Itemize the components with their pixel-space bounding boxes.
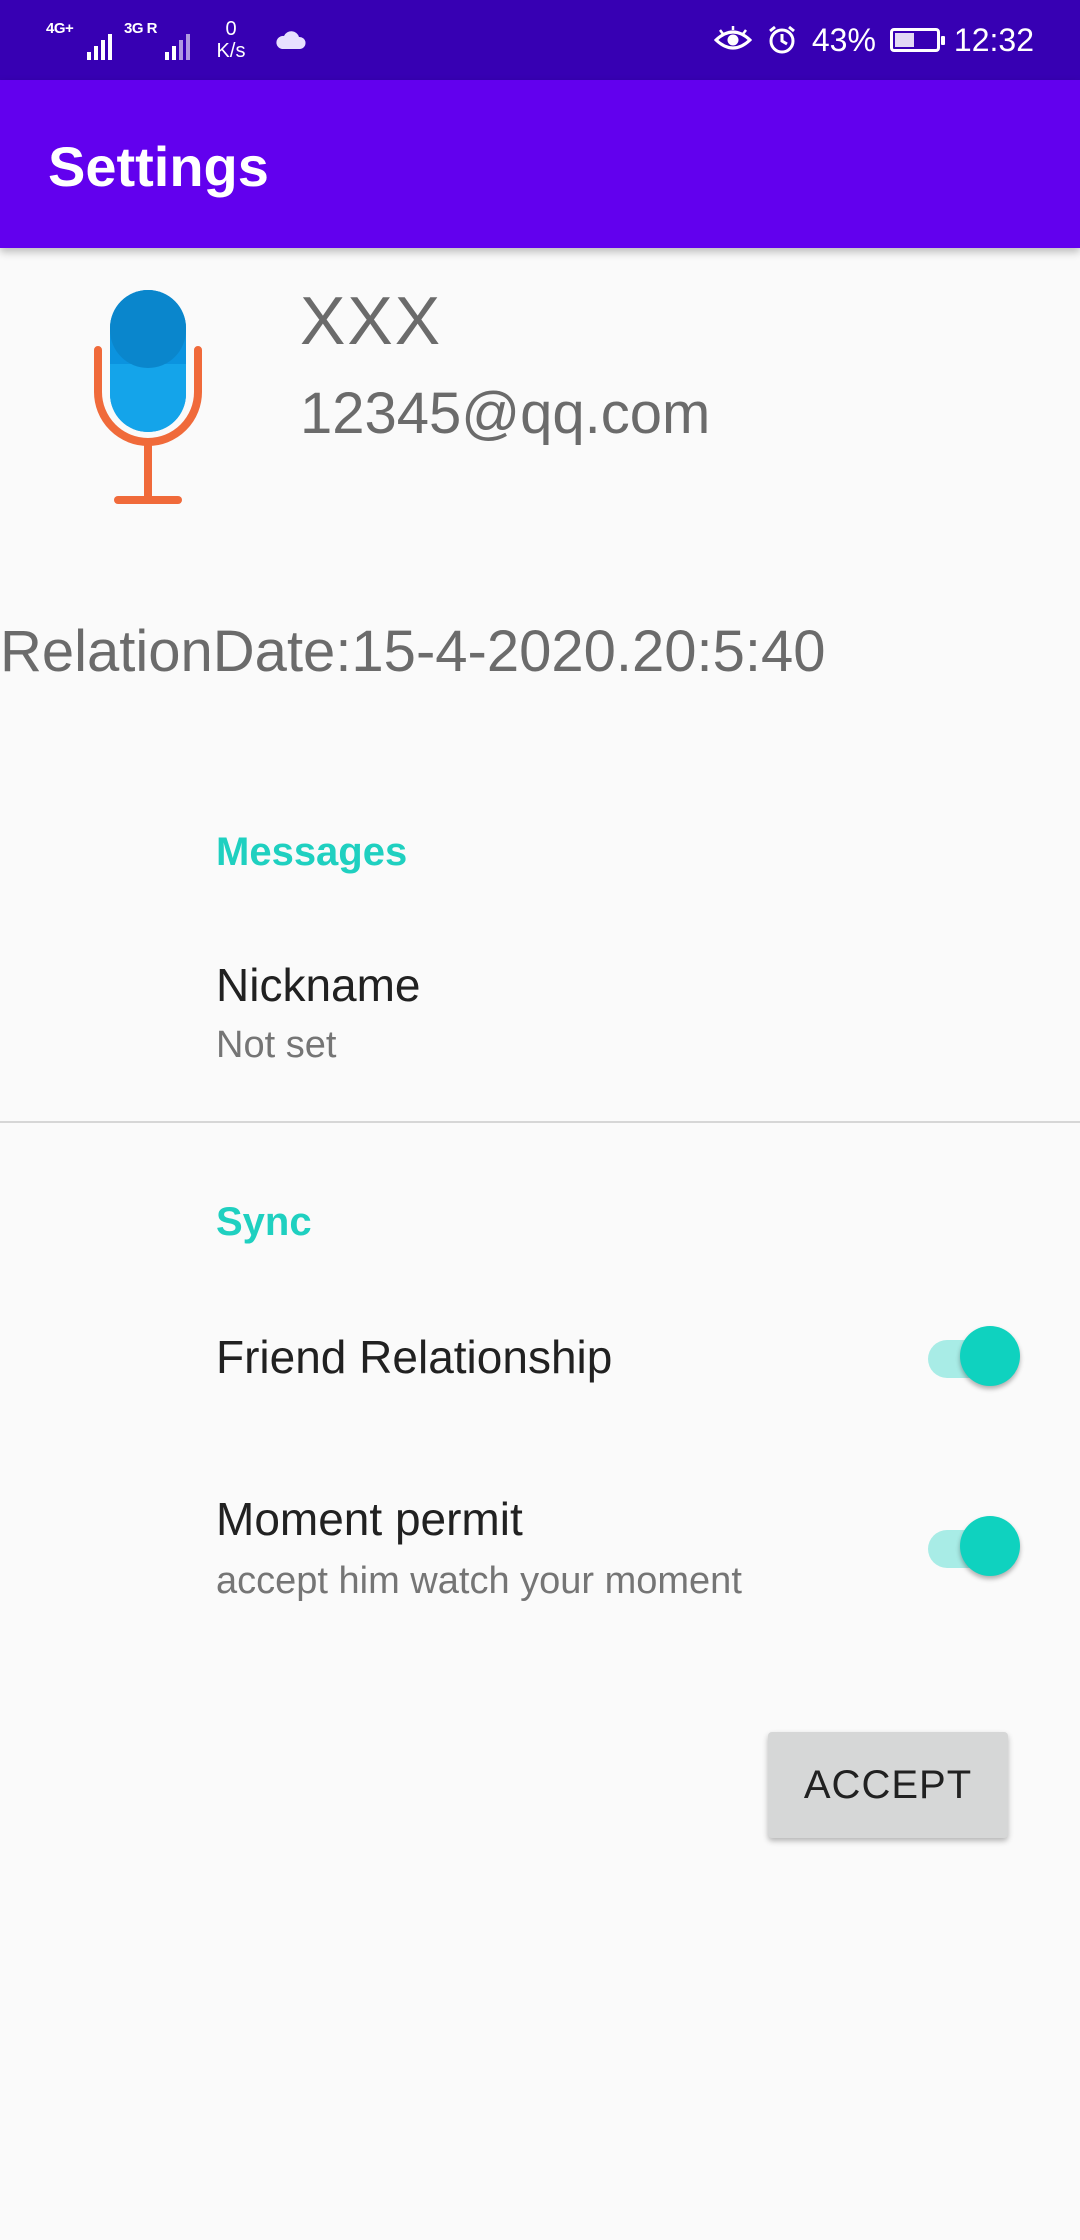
app-bar: Settings	[0, 80, 1080, 248]
status-bar-right: 43% 12:32	[713, 14, 1034, 66]
alarm-icon	[768, 25, 795, 54]
pref-moment-permit-summary: accept him watch your moment	[216, 1560, 742, 1602]
status-bar-left: 4G+ 3G R 0 K/s	[46, 14, 306, 66]
cloud-icon	[276, 31, 306, 49]
page-title: Settings	[48, 135, 269, 198]
battery-percent: 43%	[811, 21, 876, 58]
battery-icon	[889, 28, 945, 52]
section-header-messages: Messages	[216, 830, 408, 874]
clock-time: 12:32	[953, 21, 1034, 58]
eye-icon	[713, 26, 752, 50]
signal-2-label: 3G R	[124, 20, 158, 37]
switch-thumb	[960, 1516, 1020, 1576]
signal-1-icon: 4G+	[46, 18, 112, 62]
friend-relationship-switch[interactable]	[926, 1324, 1022, 1386]
network-speed-unit: K/s	[216, 40, 246, 62]
moment-permit-switch[interactable]	[926, 1514, 1022, 1576]
microphone-icon	[94, 290, 202, 504]
network-speed: 0 K/s	[208, 18, 254, 62]
status-bar: 4G+ 3G R 0 K/s 43% 12:32	[0, 0, 1080, 80]
section-header-sync: Sync	[216, 1200, 312, 1244]
switch-thumb	[960, 1326, 1020, 1386]
network-speed-value: 0	[225, 18, 237, 40]
accept-button[interactable]: ACCEPT	[768, 1732, 1008, 1838]
pref-nickname-summary: Not set	[216, 1024, 337, 1066]
signal-indicators: 4G+ 3G R	[46, 18, 190, 62]
pref-moment-permit-title: Moment permit	[216, 1493, 523, 1545]
pref-nickname-title: Nickname	[216, 959, 421, 1011]
profile-name: XXX	[300, 283, 443, 359]
divider	[0, 1121, 1080, 1123]
profile-email: 12345@qq.com	[300, 381, 711, 446]
relation-date: RelationDate:15-4-2020.20:5:40	[0, 619, 826, 684]
signal-2-icon: 3G R	[124, 18, 190, 62]
pref-friend-relationship-title: Friend Relationship	[216, 1331, 613, 1383]
signal-1-label: 4G+	[46, 20, 74, 37]
